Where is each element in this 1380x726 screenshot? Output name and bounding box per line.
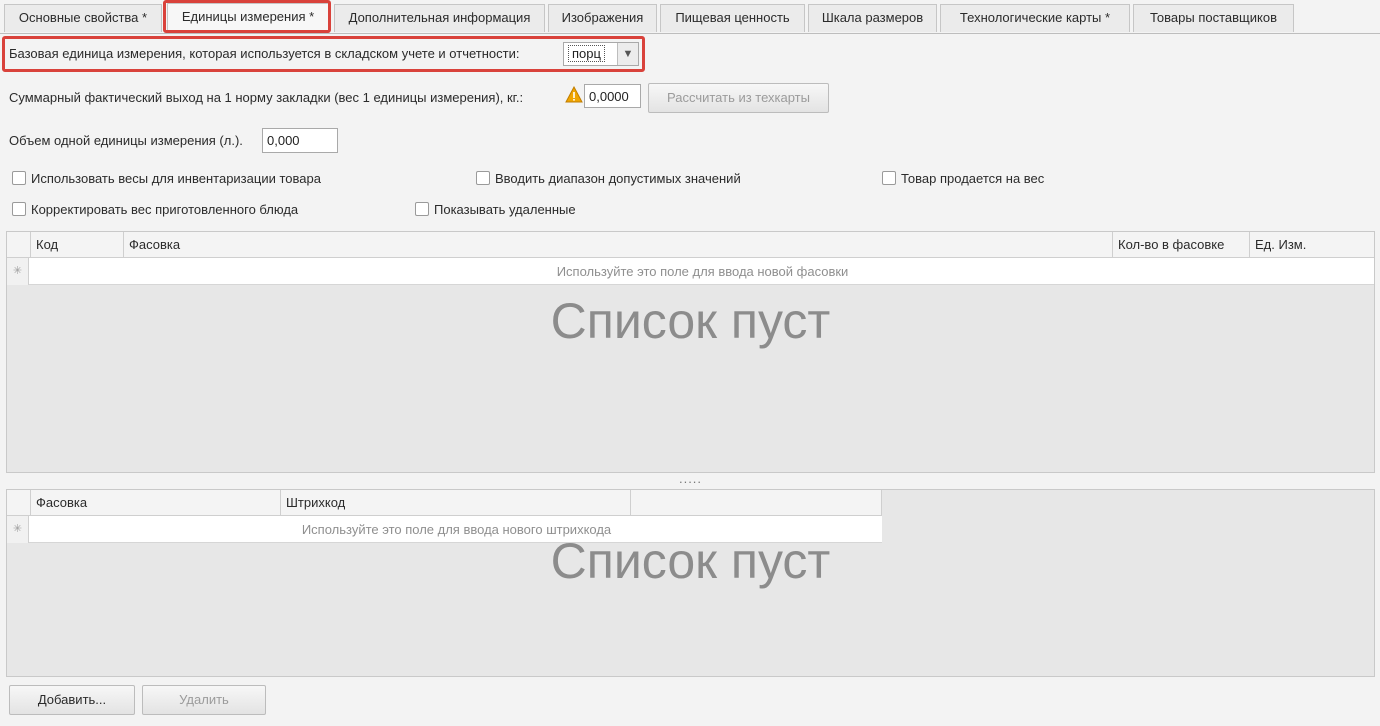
column-header-code[interactable]: Код — [31, 232, 124, 258]
column-header-barcode[interactable]: Штрихкод — [281, 490, 631, 516]
use-scales-checkbox[interactable] — [12, 171, 26, 185]
base-unit-value: порц — [568, 45, 605, 62]
packages-empty-text: Список пуст — [550, 293, 831, 349]
new-row-asterisk-icon: ✳ — [7, 258, 29, 285]
tab-images[interactable]: Изображения — [548, 4, 657, 32]
calc-from-techcard-button[interactable]: Рассчитать из техкарты — [648, 83, 829, 113]
tab-additional-info[interactable]: Дополнительная информация — [334, 4, 545, 32]
chevron-down-icon[interactable]: ▼ — [617, 43, 638, 65]
correct-weight-label[interactable]: Корректировать вес приготовленного блюда — [31, 202, 298, 217]
barcodes-grid: Фасовка Штрихкод ✳ Используйте это поле … — [6, 489, 1375, 677]
value-range-label[interactable]: Вводить диапазон допустимых значений — [495, 171, 741, 186]
warning-icon — [565, 85, 583, 104]
tab-tech-cards[interactable]: Технологические карты * — [940, 4, 1130, 32]
correct-weight-checkbox[interactable] — [12, 202, 26, 216]
volume-label: Объем одной единицы измерения (л.). — [9, 133, 243, 148]
tab-supplier-goods[interactable]: Товары поставщиков — [1133, 4, 1294, 32]
yield-label: Суммарный фактический выход на 1 норму з… — [9, 90, 524, 105]
column-header-extra[interactable] — [631, 490, 882, 516]
tab-units[interactable]: Единицы измерения * — [167, 3, 329, 33]
column-header-qty-in-package[interactable]: Кол-во в фасовке — [1113, 232, 1250, 258]
new-package-row[interactable]: ✳ Используйте это поле для ввода новой ф… — [7, 258, 1374, 285]
column-header-package[interactable]: Фасовка — [124, 232, 1113, 258]
tab-nutrition[interactable]: Пищевая ценность — [660, 4, 805, 32]
column-header-unit[interactable]: Ед. Изм. — [1250, 232, 1374, 258]
column-header-package[interactable]: Фасовка — [31, 490, 281, 516]
sold-by-weight-checkbox[interactable] — [882, 171, 896, 185]
packages-grid: Код Фасовка Кол-во в фасовке Ед. Изм. ✳ … — [6, 231, 1375, 473]
show-deleted-label[interactable]: Показывать удаленные — [434, 202, 576, 217]
base-unit-label: Базовая единица измерения, которая испол… — [9, 46, 520, 61]
base-unit-select[interactable]: порц ▼ — [563, 42, 639, 66]
barcodes-empty-text: Список пуст — [550, 533, 831, 589]
new-package-hint: Используйте это поле для ввода новой фас… — [556, 264, 849, 279]
tab-size-scale[interactable]: Шкала размеров — [808, 4, 937, 32]
yield-input[interactable] — [584, 84, 641, 108]
volume-input[interactable] — [262, 128, 338, 153]
sold-by-weight-label[interactable]: Товар продается на вес — [901, 171, 1044, 186]
row-marker-header — [7, 490, 31, 516]
row-marker-header — [7, 232, 31, 258]
add-button[interactable]: Добавить... — [9, 685, 135, 715]
grid-splitter[interactable]: ..... — [6, 472, 1375, 488]
delete-button[interactable]: Удалить — [142, 685, 266, 715]
tab-bar: Основные свойства * Единицы измерения * … — [0, 0, 1380, 34]
tab-main-properties[interactable]: Основные свойства * — [4, 4, 162, 32]
value-range-checkbox[interactable] — [476, 171, 490, 185]
use-scales-label[interactable]: Использовать весы для инвентаризации тов… — [31, 171, 321, 186]
show-deleted-checkbox[interactable] — [415, 202, 429, 216]
